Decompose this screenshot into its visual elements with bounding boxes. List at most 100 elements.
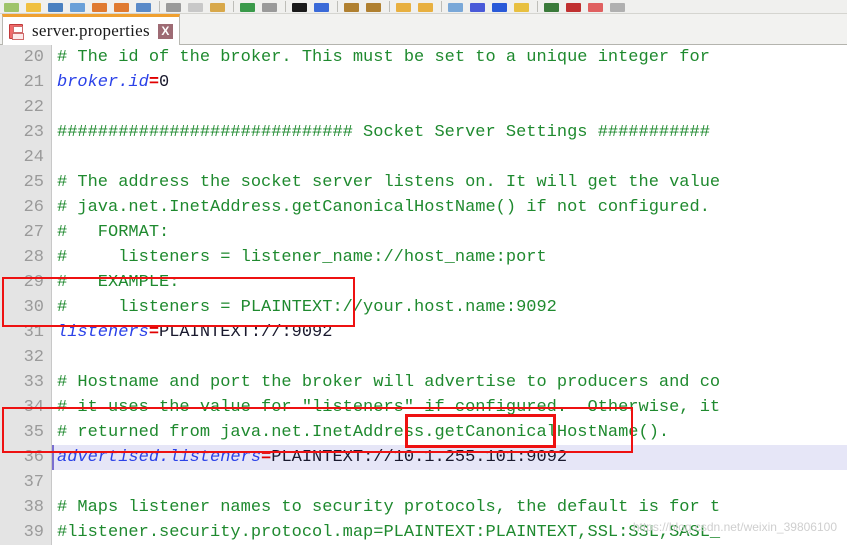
line-number: 27 <box>23 223 44 242</box>
zoom-in-icon[interactable] <box>342 1 362 13</box>
zoom-out-icon[interactable] <box>364 1 384 13</box>
paste-icon-glyph <box>210 3 225 12</box>
code-line[interactable]: # The id of the broker. This must be set… <box>53 45 847 70</box>
watermark-text: https://blog.csdn.net/weixin_39806100 <box>632 520 837 534</box>
zoom-out-icon-glyph <box>366 3 381 12</box>
macro-record-icon-glyph <box>544 3 559 12</box>
macro-stop-icon-glyph <box>566 3 581 12</box>
code-token-val: PLAINTEXT://10.1.255.101:9092 <box>271 448 568 467</box>
copy-icon[interactable] <box>186 1 206 13</box>
line-number: 22 <box>23 98 44 117</box>
code-token-comment: # listeners = listener_name://host_name:… <box>57 248 547 267</box>
open-folder-icon[interactable] <box>24 1 44 13</box>
toolbar-separator <box>389 1 390 12</box>
line-number: 30 <box>23 298 44 317</box>
tab-server-properties[interactable]: server.properties X <box>2 14 180 45</box>
line-number: 38 <box>23 498 44 517</box>
document-tab-bar[interactable]: server.properties X <box>0 14 847 45</box>
print-icon[interactable] <box>134 1 154 13</box>
new-file-icon[interactable] <box>2 1 22 13</box>
save-all-icon[interactable] <box>68 1 88 13</box>
cut-icon[interactable] <box>164 1 184 13</box>
zoom-in-icon-glyph <box>344 3 359 12</box>
save-icon[interactable] <box>46 1 66 13</box>
line-number: 34 <box>23 398 44 417</box>
line-number: 33 <box>23 373 44 392</box>
line-number: 39 <box>23 523 44 542</box>
line-number: 28 <box>23 248 44 267</box>
macro-stop-icon[interactable] <box>564 1 584 13</box>
line-number: 35 <box>23 423 44 442</box>
code-line[interactable] <box>53 345 847 370</box>
close-icon[interactable]: X <box>157 23 173 39</box>
close-file-icon[interactable] <box>90 1 110 13</box>
code-line[interactable]: # returned from java.net.InetAddress.get… <box>53 420 847 445</box>
undo-icon-glyph <box>240 3 255 12</box>
code-line[interactable] <box>53 95 847 120</box>
line-number: 37 <box>23 473 44 492</box>
find-icon[interactable] <box>290 1 310 13</box>
indent-guide-icon[interactable] <box>446 1 466 13</box>
code-line[interactable]: # listeners = listener_name://host_name:… <box>53 245 847 270</box>
find-icon-glyph <box>292 3 307 12</box>
print-icon-glyph <box>136 3 151 12</box>
line-number: 32 <box>23 348 44 367</box>
code-line[interactable]: ############################# Socket Ser… <box>53 120 847 145</box>
code-token-comment: # Maps listener names to security protoc… <box>57 498 721 517</box>
code-line[interactable]: # listeners = PLAINTEXT://your.host.name… <box>53 295 847 320</box>
redo-icon[interactable] <box>260 1 280 13</box>
line-number: 21 <box>23 73 44 92</box>
close-all-icon-glyph <box>114 3 129 12</box>
copy-icon-glyph <box>188 3 203 12</box>
line-number: 36 <box>23 448 44 467</box>
text-editor[interactable]: 20 21 22 23 24 25 26 27 28 29 30 31 32 33 34 35 36 37 38 39… <box>0 45 847 545</box>
show-all-chars-icon[interactable] <box>468 1 488 13</box>
word-wrap-icon[interactable] <box>416 1 436 13</box>
code-line[interactable]: listeners=PLAINTEXT://:9092 <box>53 320 847 345</box>
code-line[interactable] <box>53 145 847 170</box>
word-wrap-icon-glyph <box>418 3 433 12</box>
main-toolbar <box>0 0 847 14</box>
replace-icon[interactable] <box>312 1 332 13</box>
code-line[interactable]: # Hostname and port the broker will adve… <box>53 370 847 395</box>
new-file-icon-glyph <box>4 3 19 12</box>
code-token-val: PLAINTEXT://:9092 <box>159 323 333 342</box>
code-line[interactable]: # FORMAT: <box>53 220 847 245</box>
code-token-comment: # it uses the value for "listeners" if c… <box>57 398 721 417</box>
code-line[interactable]: # EXAMPLE: <box>53 270 847 295</box>
macro-play-icon[interactable] <box>586 1 606 13</box>
notepad-plus-plus-window: server.properties X 20 21 22 23 24 25 26 27 28 29… <box>0 0 847 545</box>
code-line[interactable]: broker.id=0 <box>53 70 847 95</box>
code-token-comment: # The id of the broker. This must be set… <box>57 48 710 67</box>
code-token-key: advertised.listeners <box>57 448 262 467</box>
line-number-gutter: 20 21 22 23 24 25 26 27 28 29 30 31 32 33 34 35 36 37 38 39… <box>0 45 52 545</box>
sync-scroll-icon[interactable] <box>512 1 532 13</box>
code-line[interactable]: # The address the socket server listens … <box>53 170 847 195</box>
undo-icon[interactable] <box>238 1 258 13</box>
document-map-icon[interactable] <box>608 1 628 13</box>
code-area[interactable]: # The id of the broker. This must be set… <box>52 45 847 545</box>
line-number: 23 <box>23 123 44 142</box>
zoom-restore-icon[interactable] <box>490 1 510 13</box>
code-line[interactable]: # Maps listener names to security protoc… <box>53 495 847 520</box>
save-all-icon-glyph <box>70 3 85 12</box>
toolbar-separator <box>285 1 286 12</box>
code-token-eq: = <box>148 323 160 342</box>
macro-play-icon-glyph <box>588 3 603 12</box>
line-number: 29 <box>23 273 44 292</box>
show-symbol-icon[interactable] <box>394 1 414 13</box>
close-all-icon[interactable] <box>112 1 132 13</box>
save-icon-glyph <box>48 3 63 12</box>
zoom-restore-icon-glyph <box>492 3 507 12</box>
code-line[interactable]: # it uses the value for "listeners" if c… <box>53 395 847 420</box>
code-line-current[interactable]: advertised.listeners=PLAINTEXT://10.1.25… <box>52 445 847 470</box>
code-line[interactable]: # java.net.InetAddress.getCanonicalHostN… <box>53 195 847 220</box>
macro-record-icon[interactable] <box>542 1 562 13</box>
show-symbol-icon-glyph <box>396 3 411 12</box>
line-number: 20 <box>23 48 44 67</box>
code-token-comment: ############################# Socket Ser… <box>57 123 710 142</box>
toolbar-separator <box>537 1 538 12</box>
code-token-val: 0 <box>159 73 170 92</box>
code-line[interactable] <box>53 470 847 495</box>
paste-icon[interactable] <box>208 1 228 13</box>
